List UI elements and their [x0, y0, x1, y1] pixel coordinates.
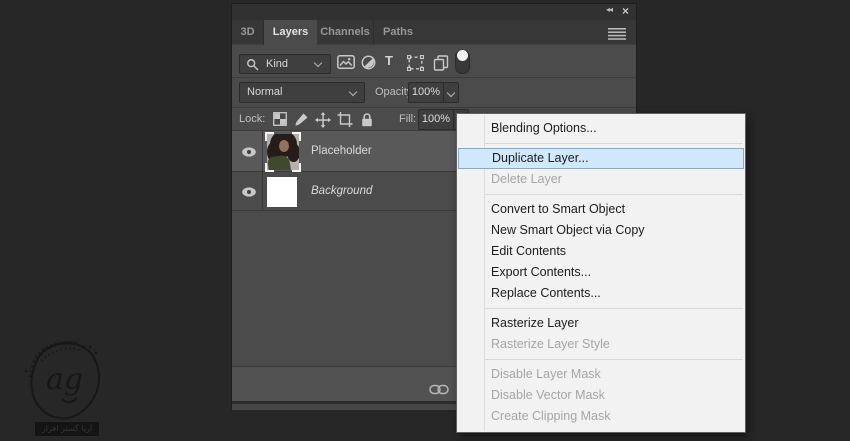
collapse-panel-icon[interactable]: ◂◂ — [606, 5, 613, 14]
menu-item-replace-contents[interactable]: Replace Contents... — [457, 283, 745, 304]
filter-row: Kind T — [232, 45, 636, 78]
menu-separator — [485, 308, 743, 309]
selection-bracket — [265, 132, 274, 141]
divider — [262, 131, 263, 211]
layer-name[interactable]: Background — [311, 185, 372, 197]
lock-image-brush-icon[interactable] — [294, 112, 309, 127]
menu-item-rasterize-layer-style[interactable]: Rasterize Layer Style — [457, 334, 745, 355]
menu-separator — [485, 194, 743, 195]
tab-layers[interactable]: Layers — [264, 20, 317, 45]
opacity-field[interactable]: 100% — [408, 82, 444, 103]
white-thumbnail-image — [267, 177, 297, 207]
close-panel-icon[interactable]: × — [622, 4, 629, 19]
pixel-layer-filter-icon[interactable] — [337, 55, 355, 69]
menu-separator — [485, 359, 743, 360]
lock-all-icon[interactable] — [360, 112, 374, 127]
menu-item-new-smart-object-via-copy[interactable]: New Smart Object via Copy — [457, 220, 745, 241]
lock-label: Lock: — [239, 113, 266, 125]
watermark-text: آریا گستر افزار — [34, 421, 100, 437]
lock-transparency-icon[interactable] — [273, 112, 287, 126]
fill-label: Fill: — [399, 113, 417, 125]
layer-name[interactable]: Placeholder — [311, 145, 372, 157]
menu-item-create-clipping-mask[interactable]: Create Clipping Mask — [457, 406, 745, 427]
chevron-down-icon — [446, 88, 456, 98]
type-layer-filter-icon[interactable]: T — [385, 54, 393, 68]
layer-context-menu: Blending Options... Duplicate Layer... D… — [456, 113, 746, 433]
tab-3d[interactable]: 3D — [232, 20, 264, 45]
menu-item-edit-contents[interactable]: Edit Contents — [457, 241, 745, 262]
kind-filter-label: Kind — [266, 58, 289, 70]
menu-item-export-contents[interactable]: Export Contents... — [457, 262, 745, 283]
menu-item-disable-vector-mask[interactable]: Disable Vector Mask — [457, 385, 745, 406]
search-icon — [247, 59, 259, 71]
tab-paths[interactable]: Paths — [374, 20, 422, 45]
lock-position-icon[interactable] — [315, 112, 331, 128]
adjustment-layer-filter-icon[interactable] — [361, 55, 376, 70]
watermark-face-icon: ag — [24, 339, 100, 420]
menu-item-convert-to-smart-object[interactable]: Convert to Smart Object — [457, 199, 745, 220]
panel-menu-icon[interactable] — [608, 27, 626, 45]
menu-item-duplicate-layer[interactable]: Duplicate Layer... — [458, 148, 744, 169]
link-layers-icon[interactable] — [429, 383, 449, 396]
menu-item-rasterize-layer[interactable]: Rasterize Layer — [457, 313, 745, 334]
menu-item-disable-layer-mask[interactable]: Disable Layer Mask — [457, 364, 745, 385]
opacity-chevron-button[interactable] — [444, 82, 459, 103]
lock-artboard-icon[interactable] — [337, 112, 353, 127]
panel-titlebar: ◂◂ × — [232, 4, 636, 20]
menu-separator — [485, 143, 743, 144]
watermark-logo: ag آریا گستر افزار — [6, 333, 118, 441]
screenshot-stage: ag آریا گستر افزار ◂◂ × 3D Layers Channe… — [0, 0, 850, 441]
selection-bracket — [292, 132, 301, 141]
menu-item-blending-options[interactable]: Blending Options... — [457, 118, 745, 139]
blend-mode-dropdown[interactable]: Normal — [239, 82, 365, 103]
svg-text:ag: ag — [46, 362, 83, 397]
chevron-down-icon — [348, 87, 358, 97]
filtering-toggle[interactable] — [455, 50, 470, 74]
tab-channels[interactable]: Channels — [317, 20, 374, 45]
visibility-eye-icon[interactable] — [241, 146, 257, 158]
smart-object-filter-icon[interactable] — [433, 55, 449, 71]
fill-field[interactable]: 100% — [418, 109, 454, 130]
layer-thumbnail[interactable] — [265, 132, 301, 172]
visibility-eye-icon[interactable] — [241, 186, 257, 198]
blend-mode-value: Normal — [247, 86, 283, 98]
panel-tabbar: 3D Layers Channels Paths — [232, 20, 636, 45]
layer-thumbnail[interactable] — [267, 177, 297, 207]
chevron-down-icon — [313, 58, 323, 68]
toggle-ball — [456, 50, 468, 61]
menu-item-delete-layer[interactable]: Delete Layer — [457, 169, 745, 190]
blend-row: Normal Opacity: 100% — [232, 78, 636, 108]
selection-bracket — [292, 163, 301, 172]
kind-filter-dropdown[interactable]: Kind — [239, 54, 331, 74]
shape-layer-filter-icon[interactable] — [407, 55, 424, 71]
selection-bracket — [265, 163, 274, 172]
